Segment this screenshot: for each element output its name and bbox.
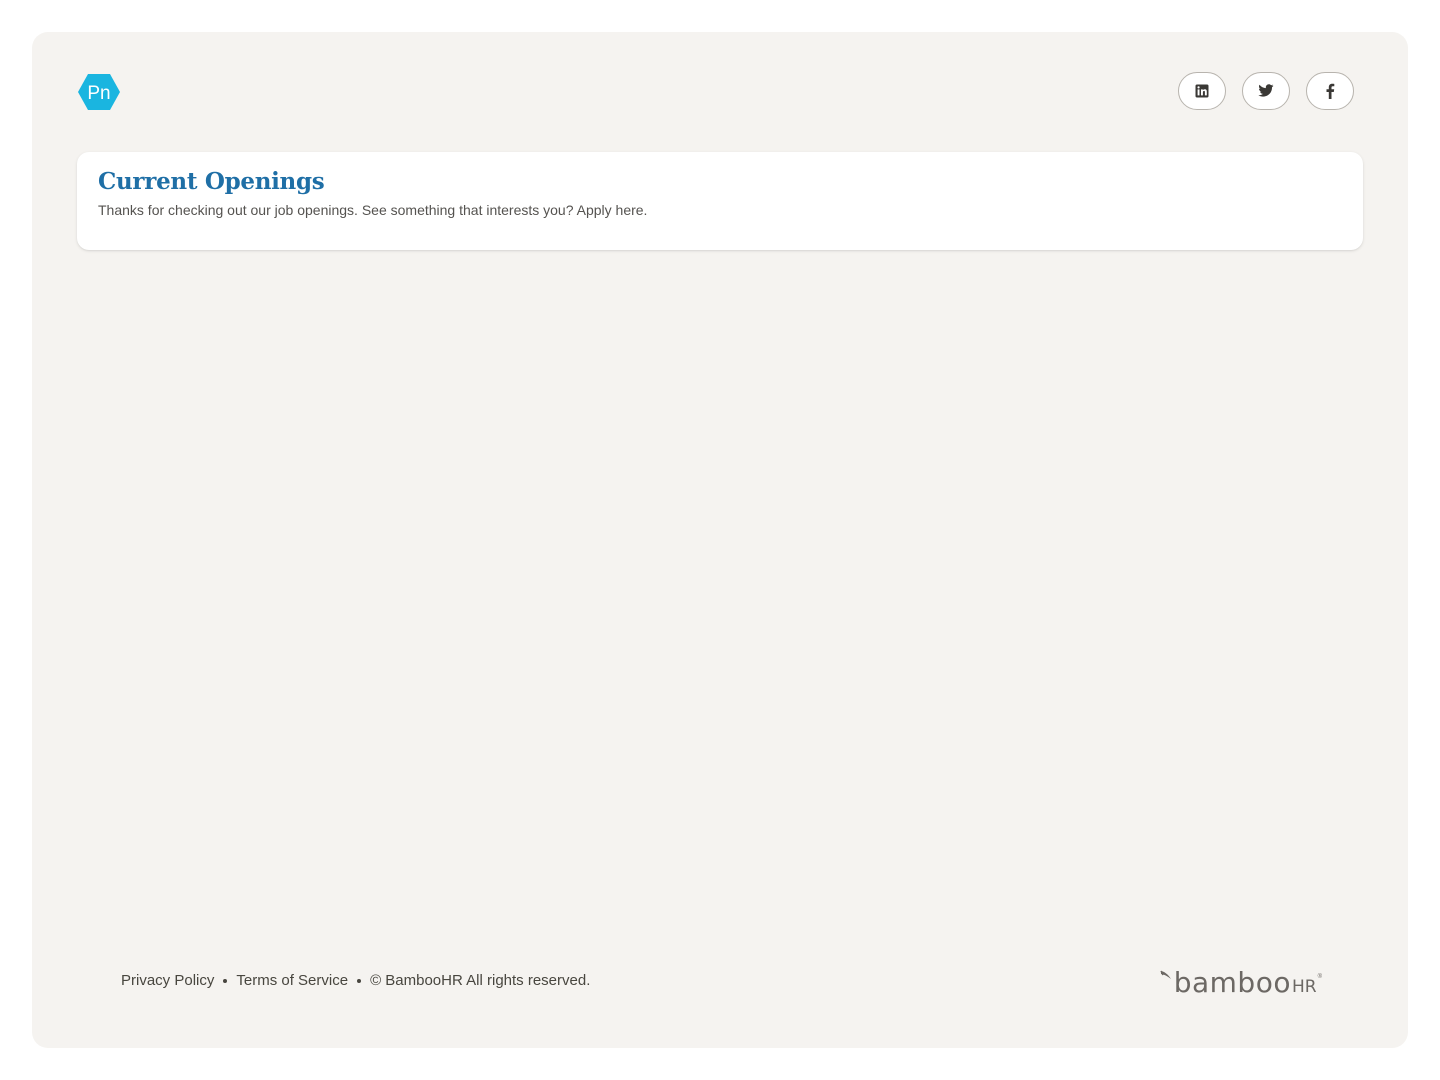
linkedin-button[interactable] <box>1178 72 1226 110</box>
privacy-policy-link[interactable]: Privacy Policy <box>121 972 214 989</box>
page-frame: Pn Current Openings Thanks for checking … <box>32 32 1408 1048</box>
footer-links: Privacy Policy Terms of Service © Bamboo… <box>121 972 590 989</box>
hexagon-logo-icon: Pn <box>78 74 120 110</box>
brand-trademark: ® <box>1317 974 1322 980</box>
company-logo[interactable]: Pn <box>78 73 120 111</box>
brand-suffix: HR <box>1291 977 1317 997</box>
copyright-text: © BambooHR All rights reserved. <box>370 972 591 989</box>
logo-text: Pn <box>87 83 110 104</box>
bamboohr-logo[interactable]: bamboo HR ® <box>1160 968 1322 998</box>
twitter-icon <box>1258 84 1274 97</box>
linkedin-icon <box>1195 84 1209 98</box>
twitter-button[interactable] <box>1242 72 1290 110</box>
facebook-button[interactable] <box>1306 72 1354 110</box>
separator-dot <box>357 978 362 983</box>
bamboo-leaf-icon <box>1160 970 1171 979</box>
current-openings-card: Current Openings Thanks for checking out… <box>77 152 1363 250</box>
page-title: Current Openings <box>98 168 325 195</box>
terms-of-service-link[interactable]: Terms of Service <box>236 972 348 989</box>
facebook-icon <box>1326 83 1335 99</box>
social-links <box>1178 72 1354 110</box>
page-subtitle: Thanks for checking out our job openings… <box>98 202 648 218</box>
separator-dot <box>223 978 228 983</box>
brand-word: bamboo <box>1173 966 1291 999</box>
